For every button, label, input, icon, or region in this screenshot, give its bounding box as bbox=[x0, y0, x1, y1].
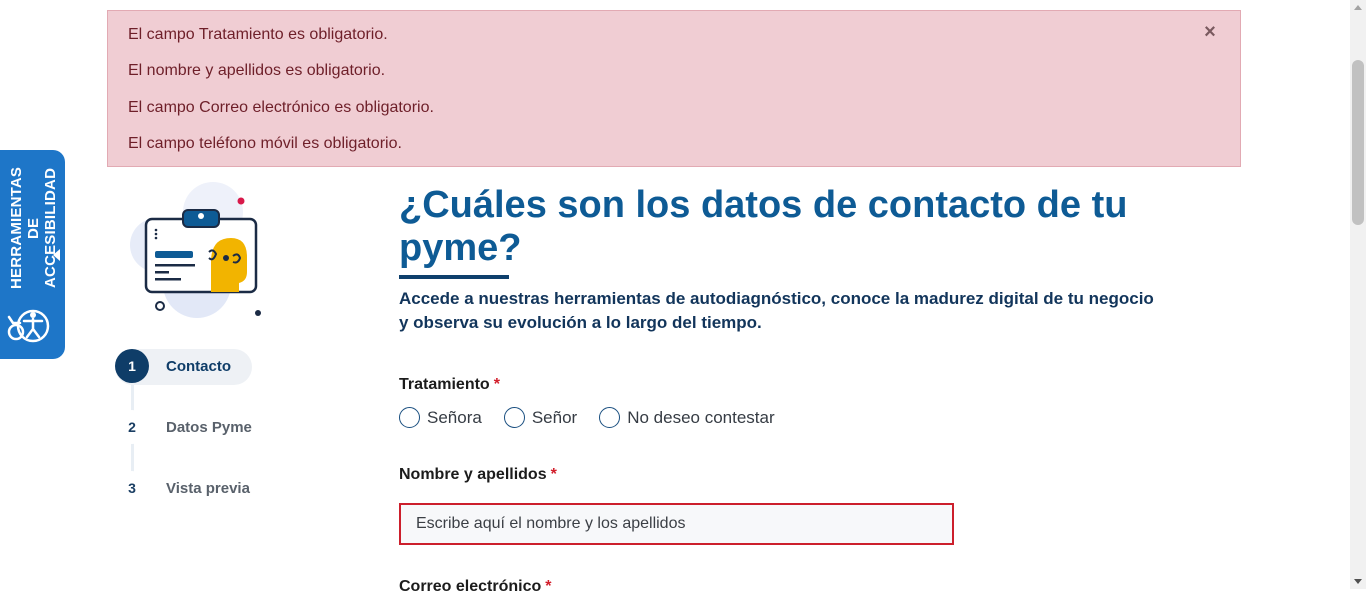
radio-option-senor[interactable]: Señor bbox=[503, 407, 578, 428]
step-label: Contacto bbox=[166, 357, 231, 375]
radio-option-senora[interactable]: Señora bbox=[399, 407, 482, 428]
page-scrollbar[interactable] bbox=[1350, 0, 1366, 589]
error-alert: El campo Tratamiento es obligatorio. El … bbox=[107, 10, 1241, 167]
accessibility-icon bbox=[7, 309, 50, 343]
accessibility-tab-label: HERRAMIENTAS DE ACCESIBILIDAD bbox=[8, 166, 59, 290]
treatment-label-text: Tratamiento bbox=[399, 376, 490, 393]
required-mark: * bbox=[493, 376, 500, 393]
page-title: ¿Cuáles son los datos de contacto de tu … bbox=[399, 184, 1128, 269]
radio-label: Señor bbox=[531, 407, 578, 427]
treatment-label: Tratamiento * bbox=[399, 376, 500, 394]
treatment-radio-group: Señora Señor No deseo contestar bbox=[399, 407, 797, 428]
step-datos-pyme[interactable]: 2 Datos Pyme bbox=[115, 410, 252, 444]
contact-card-illustration bbox=[130, 182, 261, 318]
required-mark: * bbox=[545, 578, 552, 595]
alert-message-phone: El campo teléfono móvil es obligatorio. bbox=[128, 135, 402, 152]
step-label: Vista previa bbox=[166, 479, 250, 497]
step-label: Datos Pyme bbox=[166, 418, 252, 436]
radio-button[interactable] bbox=[599, 407, 621, 428]
step-contacto[interactable]: 1 Contacto bbox=[115, 349, 252, 385]
step-number: 3 bbox=[115, 471, 149, 505]
alert-message-name: El nombre y apellidos es obligatorio. bbox=[128, 62, 386, 79]
step-vista-previa[interactable]: 3 Vista previa bbox=[115, 471, 250, 505]
name-label: Nombre y apellidos * bbox=[399, 466, 557, 484]
page-subtitle: Accede a nuestras herramientas de autodi… bbox=[399, 289, 1154, 332]
alert-message-email: El campo Correo electrónico es obligator… bbox=[128, 99, 434, 116]
close-icon[interactable]: × bbox=[1202, 22, 1218, 42]
email-label-text: Correo electrónico bbox=[399, 578, 542, 595]
radio-button[interactable] bbox=[503, 407, 525, 428]
title-underline bbox=[399, 275, 509, 279]
name-label-text: Nombre y apellidos bbox=[399, 466, 547, 483]
scroll-up-arrow-icon[interactable] bbox=[1354, 5, 1362, 10]
radio-label: No deseo contestar bbox=[627, 407, 775, 427]
required-mark: * bbox=[550, 466, 557, 483]
scroll-down-arrow-icon[interactable] bbox=[1354, 579, 1362, 584]
alert-message-treatment: El campo Tratamiento es obligatorio. bbox=[128, 26, 388, 43]
scrollbar-thumb[interactable] bbox=[1352, 60, 1364, 225]
radio-label: Señora bbox=[427, 407, 482, 427]
step-number: 1 bbox=[115, 349, 149, 383]
radio-option-no-contestar[interactable]: No deseo contestar bbox=[599, 407, 775, 428]
email-label: Correo electrónico * bbox=[399, 578, 552, 596]
radio-button[interactable] bbox=[399, 407, 420, 428]
chevron-left-icon[interactable] bbox=[53, 249, 60, 261]
step-number: 2 bbox=[115, 410, 149, 444]
name-input[interactable] bbox=[399, 503, 954, 545]
